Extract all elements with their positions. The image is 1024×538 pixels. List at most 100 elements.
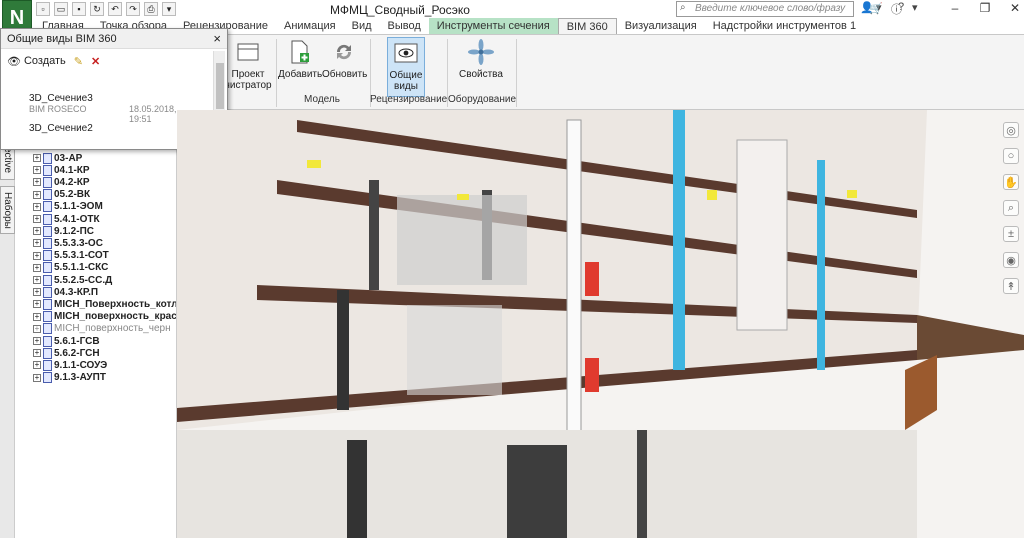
edit-icon[interactable]: ✎ xyxy=(74,55,83,68)
print-icon[interactable]: ⎙ xyxy=(144,2,158,16)
tab-addins[interactable]: Надстройки инструментов 1 xyxy=(705,18,864,34)
minimize-button[interactable]: – xyxy=(940,1,970,17)
tree-item[interactable]: +5.5.1.1-СКС xyxy=(33,262,108,274)
close-icon[interactable]: × xyxy=(213,31,221,46)
tree-item[interactable]: + MICH_поверхность_черн xyxy=(33,323,171,335)
shared-view-item[interactable]: 3D_Сечение2 xyxy=(29,123,93,134)
zoom-icon[interactable]: ± xyxy=(1003,226,1019,242)
tab-bim360[interactable]: BIM 360 xyxy=(557,18,617,34)
tree-item[interactable]: +9.1.2-ПС xyxy=(33,225,94,237)
help-dropdown-icon[interactable]: ▾ xyxy=(912,1,918,14)
tree-item[interactable]: + MICH_Поверхность_котл xyxy=(33,298,176,310)
tree-item[interactable]: +5.5.3.3-ОС xyxy=(33,237,103,249)
shared-views-button[interactable]: Общие виды xyxy=(387,37,425,97)
tree-item[interactable]: +5.4.1-ОТК xyxy=(33,213,100,225)
group-equipment: Оборудование xyxy=(448,94,517,105)
tab-sectioning-tools[interactable]: Инструменты сечения xyxy=(428,18,558,34)
expand-icon[interactable]: + xyxy=(33,227,41,236)
restore-button[interactable]: ❐ xyxy=(970,1,1000,17)
zoom-window-icon[interactable]: ⌕ xyxy=(1003,200,1019,216)
tree-item[interactable]: +9.1.3-АУПТ xyxy=(33,372,106,384)
search-icon: ⌕ xyxy=(680,2,686,13)
expand-icon[interactable]: + xyxy=(33,300,41,309)
expand-icon[interactable]: + xyxy=(33,251,41,260)
column xyxy=(337,290,349,410)
expand-icon[interactable]: + xyxy=(33,202,41,211)
tree-item[interactable]: +5.5.3.1-СОТ xyxy=(33,250,109,262)
tree-item-label: 04.1-КР xyxy=(54,164,90,176)
tree-item[interactable]: +5.6.1-ГСВ xyxy=(33,335,100,347)
scroll-thumb[interactable] xyxy=(216,63,224,109)
steering-wheel-icon[interactable]: ◎ xyxy=(1003,122,1019,138)
look-icon[interactable]: ◉ xyxy=(1003,252,1019,268)
tree-item-label: MICH_поверхность_черн xyxy=(54,323,171,335)
tree-item[interactable]: +03-АР xyxy=(33,152,82,164)
expand-icon[interactable]: + xyxy=(33,276,41,284)
create-button[interactable]: 👁 Создать xyxy=(7,55,66,68)
project-admin-button[interactable]: Проект нистратор xyxy=(222,37,274,97)
tree-item[interactable]: + MICH_поверхность_крас xyxy=(33,311,176,323)
tree-item[interactable]: +5.6.2-ГСН xyxy=(33,347,100,359)
add-label: Добавить xyxy=(278,69,323,80)
open-file-icon[interactable]: ▭ xyxy=(54,2,68,16)
pan-icon[interactable]: ✋ xyxy=(1003,174,1019,190)
redo-icon[interactable]: ↷ xyxy=(126,2,140,16)
tree-item[interactable]: +5.1.1-ЭОМ xyxy=(33,201,103,213)
title-bar: ▫ ▭ ▪ ↻ ↶ ↷ ⎙ ▾ МФМЦ_Сводный_Росэко ⌕ Вв… xyxy=(0,0,1024,18)
save-icon[interactable]: ▪ xyxy=(72,2,86,16)
window-title: МФМЦ_Сводный_Росэко xyxy=(330,3,470,17)
model-file-icon xyxy=(43,359,52,371)
tree-item[interactable]: +04.1-КР xyxy=(33,164,90,176)
tree-item[interactable]: +04.2-КР xyxy=(33,176,90,188)
close-window-button[interactable]: ✕ xyxy=(1000,1,1024,17)
tree-item[interactable]: +05.2-ВК xyxy=(33,189,90,201)
expand-icon[interactable]: + xyxy=(33,349,41,358)
model-file-icon xyxy=(43,237,52,249)
expand-icon[interactable]: + xyxy=(33,190,41,199)
tree-item-label: 5.5.3.1-СОТ xyxy=(54,250,109,262)
new-file-icon[interactable]: ▫ xyxy=(36,2,50,16)
question-icon[interactable]: ? xyxy=(898,1,904,13)
expand-icon[interactable]: + xyxy=(33,239,41,248)
expand-icon[interactable]: + xyxy=(33,288,41,297)
expand-icon[interactable]: + xyxy=(33,337,41,345)
3d-viewport[interactable]: ◎ ○ ✋ ⌕ ± ◉ ↟ xyxy=(177,110,1024,538)
add-button[interactable]: Добавить xyxy=(278,37,323,97)
cart-icon[interactable]: 🛒 xyxy=(869,2,883,15)
shared-view-item[interactable]: 3D_Сечение3 BIM ROSECO 18.05.2018, 19:51 xyxy=(29,93,199,124)
update-button[interactable]: Обновить xyxy=(322,37,367,97)
expand-icon[interactable]: + xyxy=(33,312,41,321)
dropdown-icon[interactable]: ▾ xyxy=(162,2,176,16)
tab-sets[interactable]: Наборы xyxy=(0,186,15,234)
expand-icon[interactable]: + xyxy=(33,178,41,187)
tab-animation[interactable]: Анимация xyxy=(276,18,344,34)
tab-output[interactable]: Вывод xyxy=(380,18,429,34)
fan-icon xyxy=(465,37,497,67)
view-name: 3D_Сечение3 xyxy=(29,93,93,104)
tab-render[interactable]: Визуализация xyxy=(617,18,705,34)
undo-icon[interactable]: ↶ xyxy=(108,2,122,16)
orbit-icon[interactable]: ○ xyxy=(1003,148,1019,164)
properties-button[interactable]: Свойства xyxy=(455,37,507,97)
tree-item[interactable]: +9.1.1-СОУЭ xyxy=(33,359,107,371)
model-file-icon xyxy=(43,250,52,262)
expand-icon[interactable]: + xyxy=(33,215,41,223)
tab-view[interactable]: Вид xyxy=(344,18,380,34)
tree-item-label: 5.4.1-ОТК xyxy=(54,213,100,225)
expand-icon[interactable]: + xyxy=(33,324,41,333)
walk-icon[interactable]: ↟ xyxy=(1003,278,1019,294)
expand-icon[interactable]: + xyxy=(33,373,41,382)
tree-item[interactable]: +5.5.2.5-СС.Д xyxy=(33,274,112,286)
expand-icon[interactable]: + xyxy=(33,154,41,162)
tree-item[interactable]: +04.3-КР.П xyxy=(33,286,98,298)
delete-icon[interactable]: ✕ xyxy=(91,55,100,68)
expand-icon[interactable]: + xyxy=(33,166,41,175)
blue-duct xyxy=(817,160,825,370)
eye-icon: 👁 xyxy=(7,55,21,68)
model-file-icon xyxy=(43,152,52,164)
tree-item-label: 04.3-КР.П xyxy=(54,286,99,298)
expand-icon[interactable]: + xyxy=(33,361,41,370)
refresh-icon[interactable]: ↻ xyxy=(90,2,104,16)
search-input[interactable]: ⌕ Введите ключевое слово/фразу xyxy=(676,1,854,17)
expand-icon[interactable]: + xyxy=(33,263,41,272)
